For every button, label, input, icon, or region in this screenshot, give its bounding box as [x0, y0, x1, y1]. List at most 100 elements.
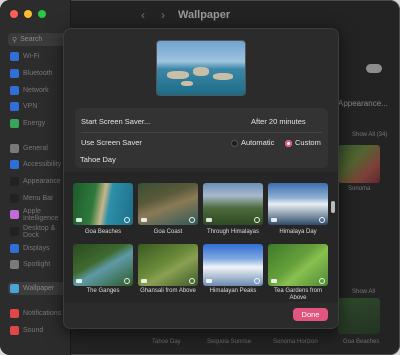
- sidebar-item[interactable]: Apple Intelligence: [8, 207, 68, 222]
- saver-label: The Ganges: [86, 288, 120, 294]
- sidebar-item-label: Energy: [23, 120, 46, 127]
- sidebar-item-icon: [10, 86, 19, 95]
- sidebar-item[interactable]: Wallpaper: [8, 282, 68, 295]
- download-icon[interactable]: [124, 217, 130, 223]
- sidebar-item-icon: [10, 210, 19, 219]
- sidebar-item-label: Appearance: [23, 178, 61, 185]
- bottom-label: Goa Beaches: [343, 339, 380, 345]
- sidebar-item-label: Accessibility: [23, 161, 62, 168]
- forward-button[interactable]: ›: [155, 8, 171, 22]
- saver-grid: Goa Beaches Goa Coast Through Himalayas Him…: [64, 172, 338, 302]
- sidebar-search-input[interactable]: ⚲ Search: [8, 33, 66, 46]
- history-nav: ‹ ›: [135, 8, 171, 22]
- saver-thumbnail[interactable]: [203, 244, 263, 286]
- saver-thumbnail[interactable]: [138, 183, 198, 225]
- video-icon: [76, 218, 82, 222]
- screen-saver-sheet: Start Screen Saver... After 20 minutes U…: [63, 28, 339, 329]
- sidebar-item-label: VPN: [23, 103, 38, 110]
- sonoma-label: Sonoma: [348, 186, 371, 192]
- custom-radio[interactable]: Custom: [285, 138, 321, 147]
- close-button[interactable]: [10, 10, 18, 18]
- divider: [81, 132, 322, 133]
- sidebar-item-icon: [10, 160, 19, 169]
- saver-label: Through Himalayas: [206, 229, 260, 235]
- sidebar-item[interactable]: Appearance: [8, 175, 68, 188]
- sidebar-item-icon: [10, 144, 19, 153]
- sidebar-item-label: Apple Intelligence: [23, 207, 59, 222]
- sidebar-item[interactable]: Desktop & Dock: [8, 224, 68, 239]
- video-icon: [76, 279, 82, 283]
- sidebar-item[interactable]: Energy: [8, 117, 68, 130]
- saver-label: Ghansali from Above: [140, 288, 196, 294]
- sidebar-item-label: Network: [23, 87, 49, 94]
- download-icon[interactable]: [319, 217, 325, 223]
- video-icon: [271, 218, 277, 222]
- sidebar-item[interactable]: Sound: [8, 324, 68, 337]
- appearance-link[interactable]: Appearance...: [338, 99, 388, 108]
- bottom-label: Sequoia Sunrise: [207, 339, 252, 345]
- wallpaper-thumb[interactable]: [338, 298, 380, 334]
- bottom-label: Sonoma Horizon: [273, 339, 318, 345]
- use-saver-label: Use Screen Saver: [81, 138, 142, 147]
- settings-window: ⚲ Search Wi-Fi Bluetooth Network VPN Energy G…: [0, 0, 400, 355]
- sonoma-wallpaper-thumb[interactable]: [338, 145, 380, 183]
- sidebar-item-label: Spotlight: [23, 261, 51, 268]
- sidebar-item[interactable]: Displays: [8, 242, 68, 255]
- sidebar-item[interactable]: Notifications: [8, 307, 68, 320]
- sidebar-item[interactable]: Accessibility: [8, 158, 68, 171]
- sidebar-item[interactable]: Network: [8, 84, 68, 97]
- sidebar-item[interactable]: Bluetooth: [8, 67, 68, 80]
- sidebar-item-label: Notifications: [23, 310, 62, 317]
- saver-label: Himalaya Day: [279, 229, 317, 235]
- download-icon[interactable]: [319, 278, 325, 284]
- video-icon: [206, 279, 212, 283]
- sidebar-item-label: Wallpaper: [23, 285, 55, 292]
- radio-selected-icon: [285, 139, 292, 147]
- automatic-radio[interactable]: Automatic: [231, 138, 274, 147]
- bottom-label: Tahoe Day: [152, 339, 181, 345]
- saver-label: Tea Gardens from Above: [273, 288, 323, 301]
- saver-thumbnail[interactable]: [138, 244, 198, 286]
- saver-thumbnail[interactable]: [203, 183, 263, 225]
- sidebar-item-label: General: [23, 145, 48, 152]
- saver-label: Himalayan Peaks: [209, 288, 257, 294]
- sidebar-item[interactable]: Menu Bar: [8, 192, 68, 205]
- sidebar-item-icon: [10, 309, 19, 318]
- show-all-link[interactable]: Show All (34): [352, 132, 387, 138]
- search-icon: ⚲: [12, 36, 18, 44]
- video-icon: [206, 218, 212, 222]
- back-button[interactable]: ‹: [135, 8, 151, 22]
- saver-thumbnail[interactable]: [268, 183, 328, 225]
- sidebar-item-icon: [10, 69, 19, 78]
- video-icon: [141, 279, 147, 283]
- sidebar-item[interactable]: General: [8, 142, 68, 155]
- saver-thumbnail[interactable]: [73, 183, 133, 225]
- video-icon: [141, 218, 147, 222]
- start-saver-select[interactable]: After 20 minutes: [251, 117, 306, 126]
- done-button[interactable]: Done: [293, 308, 328, 321]
- zoom-button[interactable]: [38, 10, 46, 18]
- sidebar-item-icon: [10, 52, 19, 61]
- saver-label: Goa Coast: [153, 229, 183, 235]
- sidebar-item-label: Bluetooth: [23, 70, 53, 77]
- sidebar-item-icon: [10, 194, 19, 203]
- sidebar-item[interactable]: Wi-Fi: [8, 50, 68, 63]
- sidebar-item[interactable]: VPN: [8, 100, 68, 113]
- sidebar-item-label: Desktop & Dock: [23, 224, 56, 239]
- download-icon[interactable]: [254, 278, 260, 284]
- download-icon[interactable]: [189, 278, 195, 284]
- sidebar-item-icon: [10, 119, 19, 128]
- sidebar-item[interactable]: Spotlight: [8, 258, 68, 271]
- show-all-link-2[interactable]: Show All: [352, 289, 375, 295]
- download-icon[interactable]: [189, 217, 195, 223]
- minimize-button[interactable]: [24, 10, 32, 18]
- scrollbar-thumb[interactable]: [331, 201, 335, 213]
- background-toggle[interactable]: [366, 64, 382, 73]
- screen-saver-preview: [156, 40, 246, 96]
- sidebar-item-icon: [10, 227, 19, 236]
- download-icon[interactable]: [254, 217, 260, 223]
- sidebar-item-icon: [10, 260, 19, 269]
- download-icon[interactable]: [124, 278, 130, 284]
- saver-thumbnail[interactable]: [73, 244, 133, 286]
- saver-thumbnail[interactable]: [268, 244, 328, 286]
